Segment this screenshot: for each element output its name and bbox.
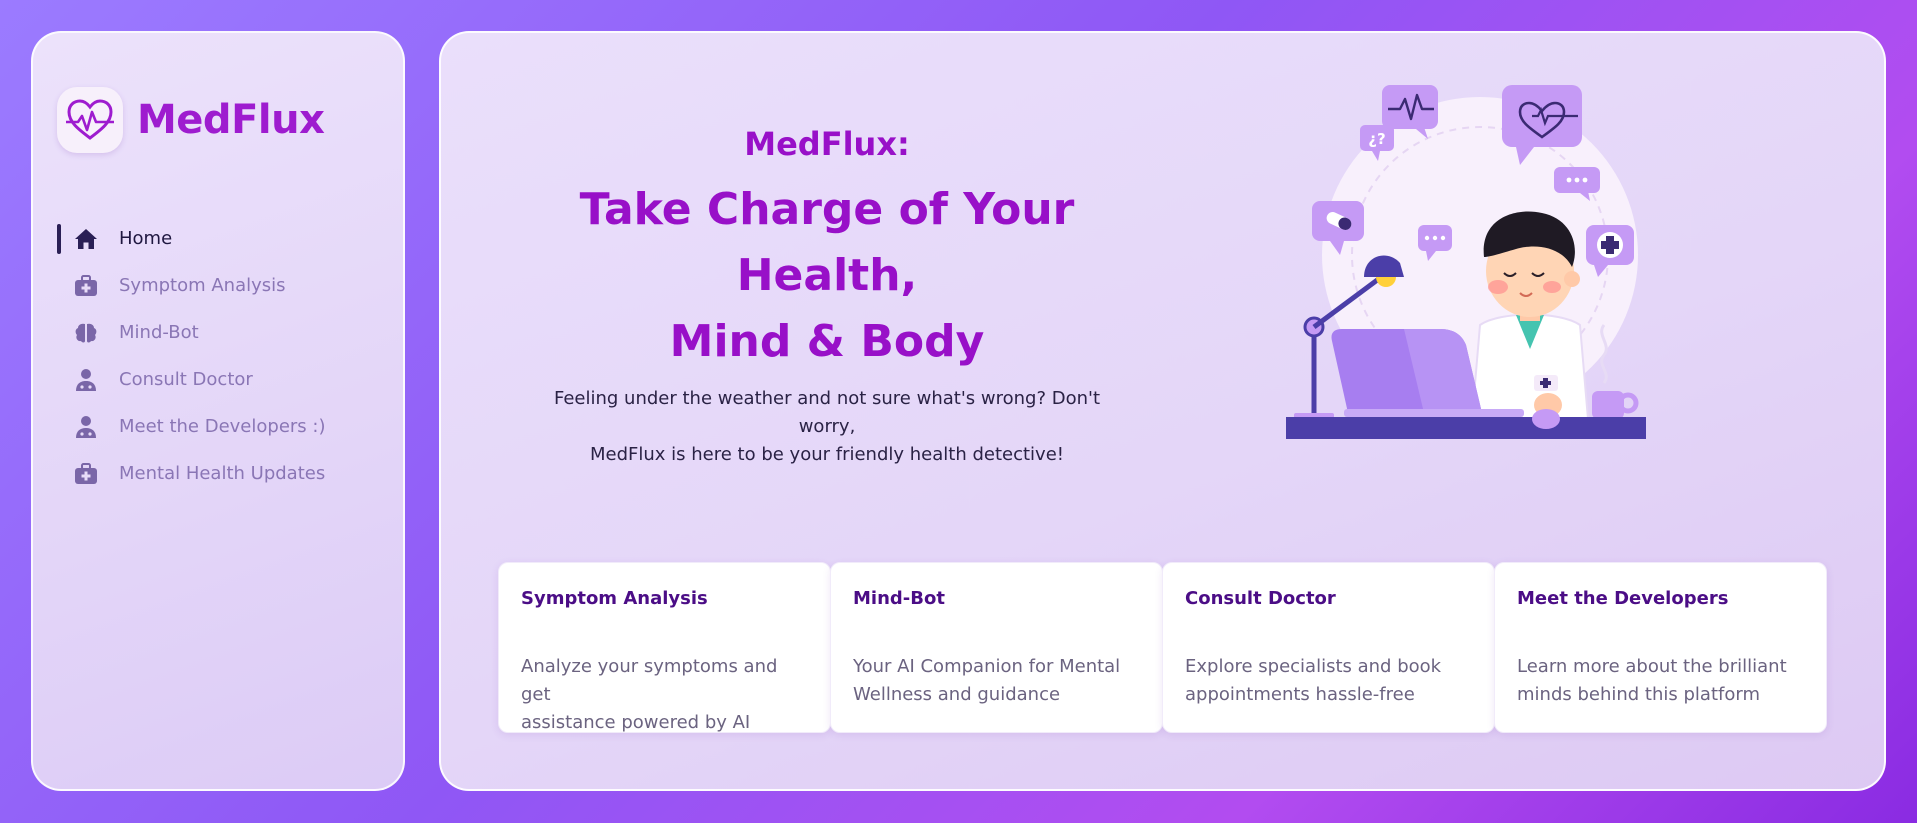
feature-card-consult-doctor[interactable]: Consult Doctor Explore specialists and b…	[1162, 562, 1495, 733]
sidebar-item-label: Symptom Analysis	[119, 275, 286, 296]
card-description-line: Wellness and guidance	[853, 684, 1061, 705]
doctor-icon	[73, 367, 99, 393]
sidebar-item-meet-developers[interactable]: Meet the Developers :)	[57, 403, 387, 450]
brand[interactable]: MedFlux	[57, 87, 325, 153]
sidebar-nav: Home Symptom Analysis Mind-Bot Consult D…	[57, 215, 387, 497]
brain-icon	[73, 320, 99, 346]
card-description: Explore specialists and book appointment…	[1185, 653, 1472, 709]
card-description-line: Explore specialists and book	[1185, 656, 1442, 677]
app-name: MedFlux	[137, 97, 325, 143]
sidebar-item-mind-bot[interactable]: Mind-Bot	[57, 309, 387, 356]
hero: MedFlux: Take Charge of Your Health, Min…	[527, 121, 1127, 469]
sidebar-item-label: Meet the Developers :)	[119, 416, 326, 437]
hero-description: Feeling under the weather and not sure w…	[527, 385, 1127, 469]
card-description-line: Analyze your symptoms and get	[521, 656, 778, 705]
feature-card-mind-bot[interactable]: Mind-Bot Your AI Companion for Mental We…	[830, 562, 1163, 733]
card-title: Symptom Analysis	[521, 588, 708, 609]
sidebar: MedFlux Home Symptom Analysis Mind-Bot C…	[31, 31, 405, 791]
card-description-line: minds behind this platform	[1517, 684, 1760, 705]
sidebar-item-home[interactable]: Home	[57, 215, 387, 262]
heart-pulse-logo-icon	[57, 87, 123, 153]
card-description: Learn more about the brilliant minds beh…	[1517, 653, 1804, 709]
card-description-line: Learn more about the brilliant	[1517, 656, 1787, 677]
medical-kit-icon	[73, 461, 99, 487]
sidebar-item-mental-health-updates[interactable]: Mental Health Updates	[57, 450, 387, 497]
hero-description-line: MedFlux is here to be your friendly heal…	[589, 444, 1064, 465]
desk	[1286, 417, 1646, 459]
hero-title-line: Take Charge of Your Health,	[579, 184, 1075, 301]
medical-kit-icon	[73, 273, 99, 299]
hero-title: Take Charge of Your Health, Mind & Body	[527, 177, 1127, 375]
card-description-line: assistance powered by AI	[521, 712, 751, 733]
sidebar-item-label: Consult Doctor	[119, 369, 253, 390]
home-icon	[73, 226, 99, 252]
sidebar-item-label: Home	[119, 228, 173, 249]
sidebar-item-symptom-analysis[interactable]: Symptom Analysis	[57, 262, 387, 309]
card-title: Mind-Bot	[853, 588, 945, 609]
coffee-mug-icon	[1592, 391, 1639, 419]
svg-text:¿?: ¿?	[1368, 130, 1385, 148]
feature-card-symptom-analysis[interactable]: Symptom Analysis Analyze your symptoms a…	[498, 562, 831, 733]
feature-card-meet-developers[interactable]: Meet the Developers Learn more about the…	[1494, 562, 1827, 733]
hero-description-line: Feeling under the weather and not sure w…	[553, 388, 1101, 437]
doctor-at-laptop-illustration: ¿?	[1284, 79, 1664, 459]
main-content: MedFlux: Take Charge of Your Health, Min…	[439, 31, 1886, 791]
card-title: Consult Doctor	[1185, 588, 1336, 609]
card-description-line: Your AI Companion for Mental	[853, 656, 1121, 677]
sidebar-item-label: Mental Health Updates	[119, 463, 326, 484]
doctor-icon	[73, 414, 99, 440]
card-description: Analyze your symptoms and get assistance…	[521, 653, 808, 737]
sidebar-item-label: Mind-Bot	[119, 322, 199, 343]
card-description: Your AI Companion for Mental Wellness an…	[853, 653, 1140, 709]
card-description-line: appointments hassle-free	[1185, 684, 1415, 705]
hero-kicker: MedFlux:	[744, 125, 910, 163]
card-title: Meet the Developers	[1517, 588, 1729, 609]
hero-title-line: Mind & Body	[669, 316, 985, 367]
sidebar-item-consult-doctor[interactable]: Consult Doctor	[57, 356, 387, 403]
feature-cards: Symptom Analysis Analyze your symptoms a…	[498, 562, 1827, 733]
